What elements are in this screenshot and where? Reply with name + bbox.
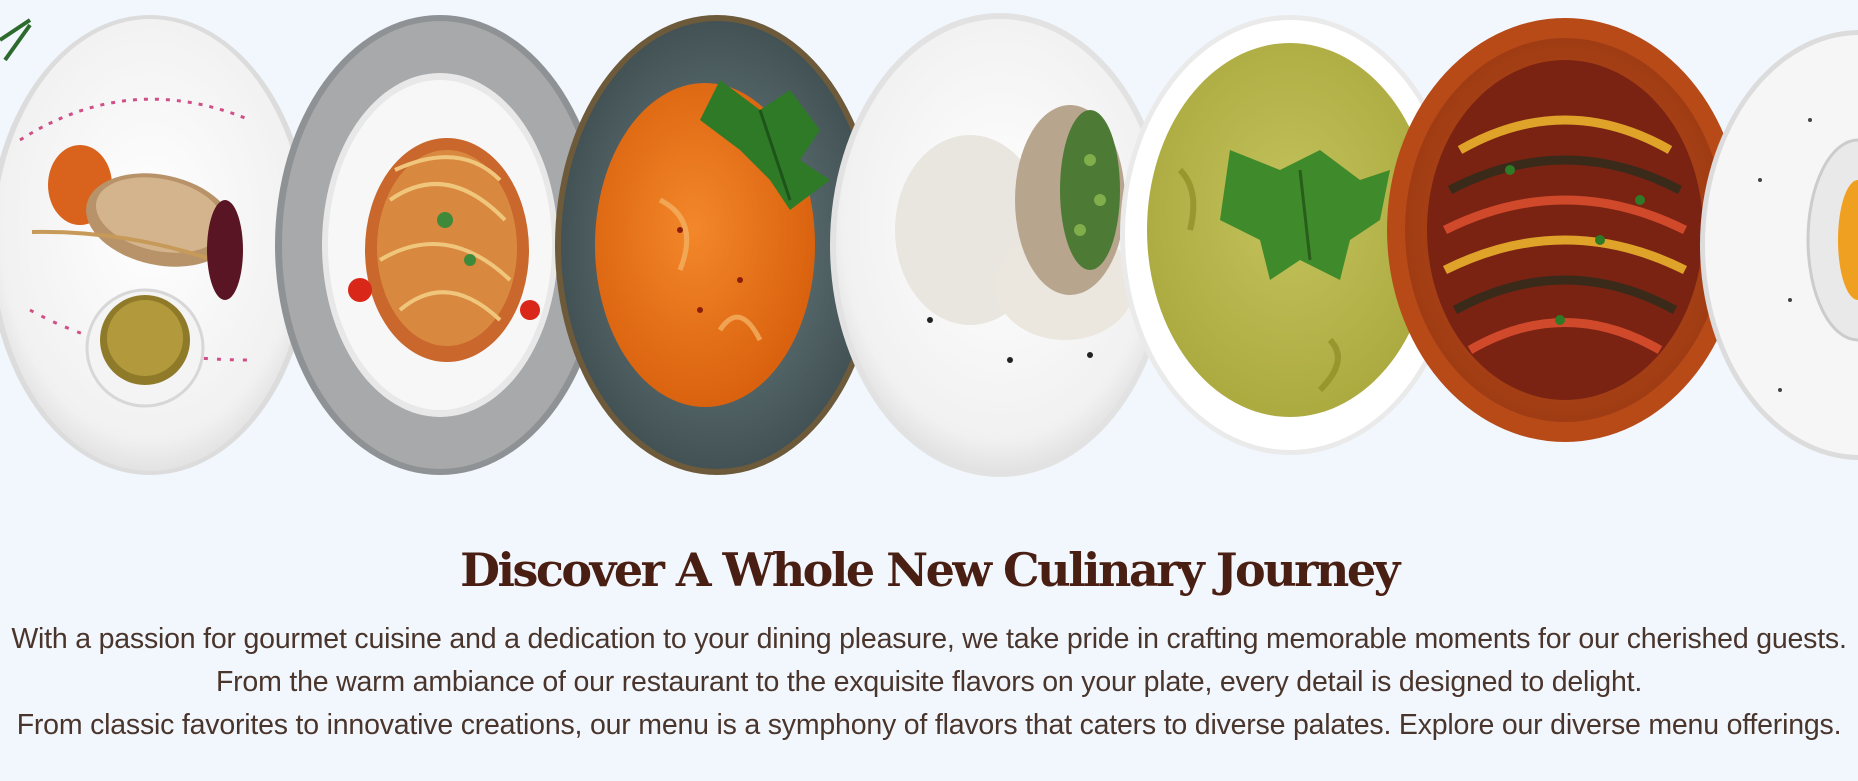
dish-gallery <box>0 0 1858 480</box>
dish-fish-plate <box>0 15 312 475</box>
dish-gallery-illustration <box>0 13 1858 477</box>
description-line-2: From classic favorites to innovative cre… <box>16 709 1842 741</box>
dish-ratatouille <box>1387 18 1743 442</box>
section-description: With a passion for gourmet cuisine and a… <box>10 618 1848 747</box>
dish-dessert-plate <box>1700 30 1858 460</box>
dish-bao-bun <box>830 13 1170 477</box>
description-line-1: With a passion for gourmet cuisine and a… <box>11 623 1847 698</box>
section-title: Discover A Whole New Culinary Journey <box>460 543 1400 597</box>
